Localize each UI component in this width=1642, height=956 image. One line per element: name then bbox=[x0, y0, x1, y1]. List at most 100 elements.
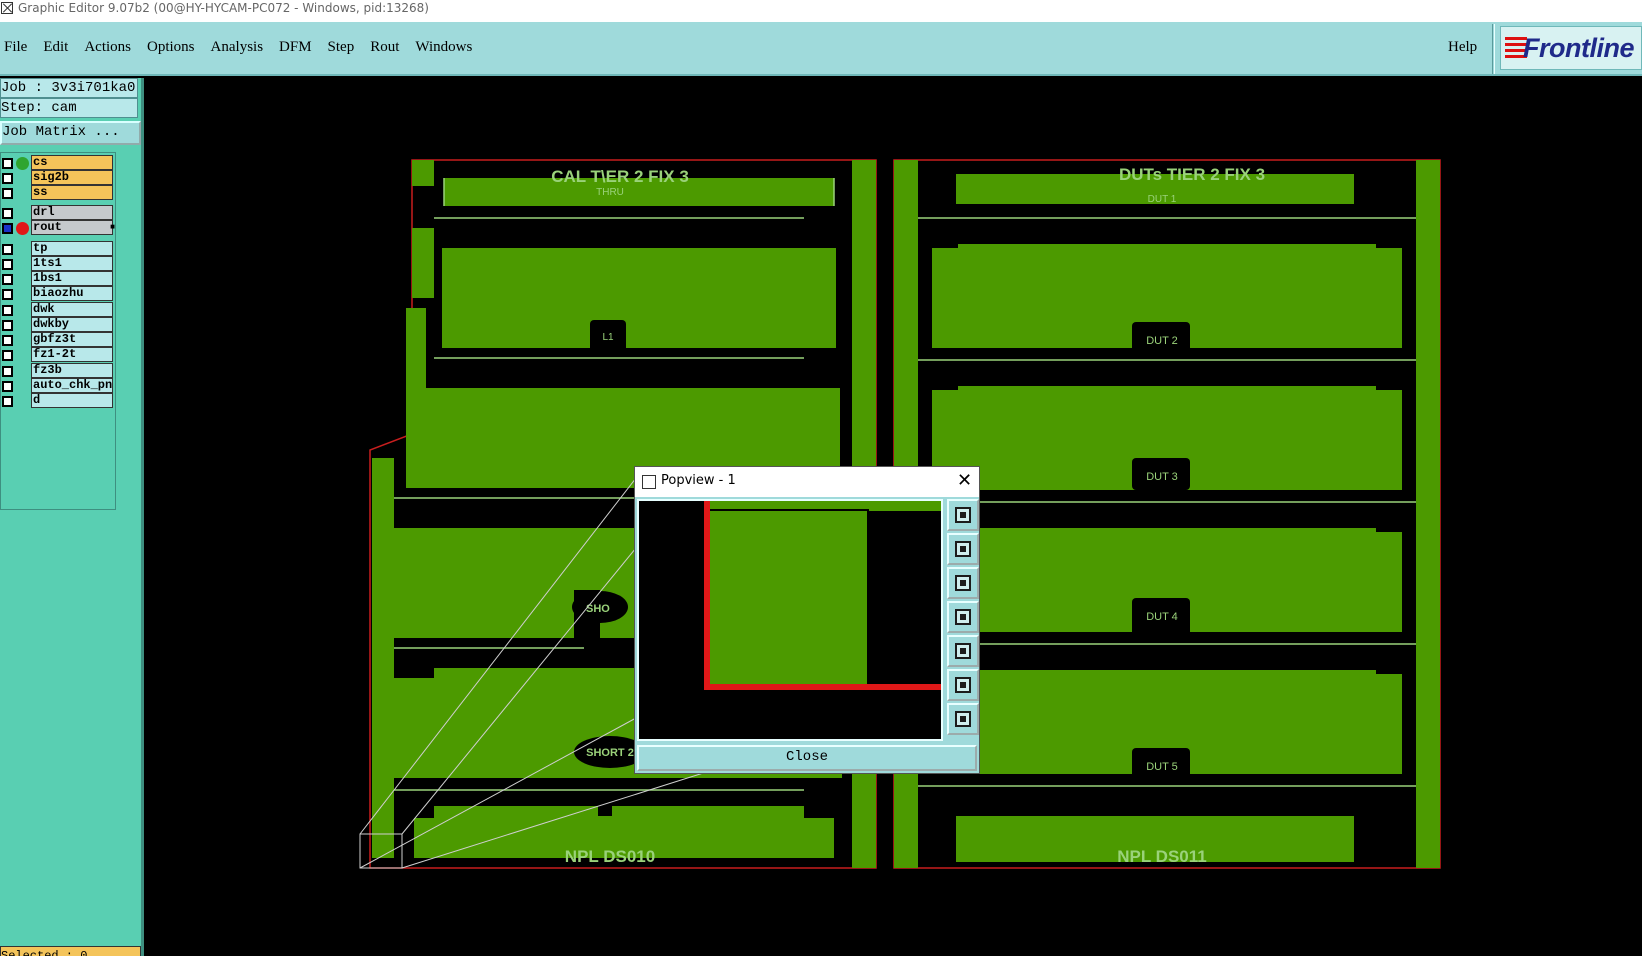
layer-name[interactable]: fz3b bbox=[31, 363, 113, 378]
layer-list: cs sig2b ss drl rout ■ tp 1ts1 1bs1 biaozhu dwk dwk… bbox=[0, 152, 116, 510]
layer-marker-icon: ■ bbox=[110, 222, 115, 231]
layer-checkbox[interactable] bbox=[2, 305, 13, 316]
layer-checkbox[interactable] bbox=[2, 158, 13, 169]
frontline-logo: Frontline bbox=[1500, 26, 1642, 70]
layer-checkbox[interactable] bbox=[2, 274, 13, 285]
pan-right-icon[interactable] bbox=[947, 635, 979, 667]
right-panel-title: DUTs TIER 2 FIX 3 bbox=[1119, 165, 1265, 184]
layer-row-fz1-2t[interactable]: fz1-2t bbox=[1, 347, 117, 363]
layer-row-cs[interactable]: cs bbox=[1, 155, 117, 171]
zoom-out-icon[interactable] bbox=[947, 703, 979, 735]
layer-row-d[interactable]: d bbox=[1, 393, 117, 409]
logo-text: Frontline bbox=[1523, 33, 1635, 63]
layer-checkbox[interactable] bbox=[2, 366, 13, 377]
menu-file[interactable]: File bbox=[4, 39, 27, 56]
zoom-in-icon-glyph bbox=[955, 677, 971, 693]
menu-edit[interactable]: Edit bbox=[43, 39, 68, 56]
label-dut1: DUT 1 bbox=[1148, 194, 1177, 205]
layer-checkbox[interactable] bbox=[2, 223, 13, 234]
label-dut3: DUT 3 bbox=[1146, 471, 1178, 483]
layer-name[interactable]: 1bs1 bbox=[31, 271, 113, 286]
label-short2: SHORT 2 bbox=[586, 747, 634, 759]
popview-close-x-icon[interactable]: ✕ bbox=[957, 467, 972, 495]
layer-row-biaozhu[interactable]: biaozhu bbox=[1, 286, 117, 302]
layer-name[interactable]: sig2b bbox=[31, 170, 113, 185]
popview-close-button[interactable]: Close bbox=[637, 745, 977, 771]
popview-drawing bbox=[704, 501, 941, 690]
layer-checkbox[interactable] bbox=[2, 173, 13, 184]
layer-checkbox[interactable] bbox=[2, 320, 13, 331]
popview-toolbar bbox=[946, 499, 979, 741]
layer-row-ss[interactable]: ss bbox=[1, 185, 117, 201]
selected-count: Selected : 0 bbox=[0, 946, 141, 956]
layer-row-1ts1[interactable]: 1ts1 bbox=[1, 256, 117, 272]
layer-name[interactable]: drl bbox=[31, 205, 113, 220]
layer-row-dwkby[interactable]: dwkby bbox=[1, 317, 117, 333]
job-matrix-button[interactable]: Job Matrix ... bbox=[0, 121, 141, 145]
menu-step[interactable]: Step bbox=[328, 39, 355, 56]
job-name: Job : 3v3i701ka0 bbox=[0, 78, 138, 98]
menubar: File Edit Actions Options Analysis DFM Step Rou… bbox=[0, 22, 1642, 76]
pan-up-icon[interactable] bbox=[947, 533, 979, 565]
layer-name[interactable]: dwk bbox=[31, 302, 113, 317]
menu-analysis[interactable]: Analysis bbox=[211, 39, 264, 56]
zoom-fit-icon[interactable] bbox=[947, 499, 979, 531]
popview-viewport[interactable] bbox=[637, 499, 943, 741]
zoom-out-icon-glyph bbox=[955, 711, 971, 727]
layer-row-tp[interactable]: tp bbox=[1, 241, 117, 257]
popview-icon bbox=[642, 475, 656, 489]
zoom-fit-icon-glyph bbox=[955, 507, 971, 523]
layer-row-dwk[interactable]: dwk bbox=[1, 302, 117, 318]
layer-checkbox[interactable] bbox=[2, 381, 13, 392]
label-l1: L1 bbox=[602, 332, 614, 343]
layer-checkbox[interactable] bbox=[2, 188, 13, 199]
layer-checkbox[interactable] bbox=[2, 208, 13, 219]
label-dut5: DUT 5 bbox=[1146, 761, 1178, 773]
popview-title: Popview - 1 bbox=[661, 473, 736, 488]
layer-row-auto_chk_pn[interactable]: auto_chk_pn bbox=[1, 378, 117, 394]
menu-actions[interactable]: Actions bbox=[84, 39, 131, 56]
layer-row-drl[interactable]: drl bbox=[1, 205, 117, 221]
menu-dfm[interactable]: DFM bbox=[279, 39, 312, 56]
layer-row-1bs1[interactable]: 1bs1 bbox=[1, 271, 117, 287]
layer-row-fz3b[interactable]: fz3b bbox=[1, 363, 117, 379]
layer-name[interactable]: biaozhu bbox=[31, 286, 113, 301]
layer-checkbox[interactable] bbox=[2, 289, 13, 300]
layer-row-gbfz3t[interactable]: gbfz3t bbox=[1, 332, 117, 348]
menu-rout[interactable]: Rout bbox=[370, 39, 399, 56]
layer-row-rout[interactable]: rout ■ bbox=[1, 220, 117, 236]
left-panel-subtitle: THRU bbox=[596, 187, 624, 198]
layer-name[interactable]: d bbox=[31, 393, 113, 408]
window-titlebar: Graphic Editor 9.07b2 (00@HY-HYCAM-PC072… bbox=[0, 0, 1642, 22]
popview-titlebar[interactable]: Popview - 1 ✕ bbox=[635, 467, 979, 497]
right-bottom-label: NPL DS011 bbox=[1117, 847, 1206, 866]
layer-name[interactable]: gbfz3t bbox=[31, 332, 113, 347]
pan-down-icon[interactable] bbox=[947, 567, 979, 599]
left-panel-title: CAL T\ER 2 FIX 3 bbox=[551, 167, 689, 186]
layer-checkbox[interactable] bbox=[2, 396, 13, 407]
layer-name[interactable]: cs bbox=[31, 155, 113, 170]
layer-name[interactable]: dwkby bbox=[31, 317, 113, 332]
step-name: Step: cam bbox=[0, 98, 138, 118]
popview-window: Popview - 1 ✕ Close bbox=[634, 466, 980, 774]
window-title: Graphic Editor 9.07b2 (00@HY-HYCAM-PC072… bbox=[18, 1, 429, 15]
pan-left-icon[interactable] bbox=[947, 601, 979, 633]
layer-checkbox[interactable] bbox=[2, 335, 13, 346]
layer-name[interactable]: rout bbox=[31, 220, 113, 235]
layer-name[interactable]: tp bbox=[31, 241, 113, 256]
layer-checkbox[interactable] bbox=[2, 350, 13, 361]
menu-help[interactable]: Help bbox=[1448, 39, 1477, 56]
layer-name[interactable]: fz1-2t bbox=[31, 347, 113, 362]
layer-name[interactable]: ss bbox=[31, 185, 113, 200]
menu-windows[interactable]: Windows bbox=[415, 39, 472, 56]
layer-name[interactable]: auto_chk_pn bbox=[31, 378, 113, 393]
layer-color-dot-icon bbox=[16, 157, 29, 170]
layer-row-sig2b[interactable]: sig2b bbox=[1, 170, 117, 186]
layer-checkbox[interactable] bbox=[2, 244, 13, 255]
app-icon bbox=[1, 2, 13, 14]
menu-options[interactable]: Options bbox=[147, 39, 195, 56]
layer-name[interactable]: 1ts1 bbox=[31, 256, 113, 271]
layer-panel: Job : 3v3i701ka0 Step: cam Job Matrix ..… bbox=[0, 78, 144, 956]
layer-checkbox[interactable] bbox=[2, 259, 13, 270]
zoom-in-icon[interactable] bbox=[947, 669, 979, 701]
